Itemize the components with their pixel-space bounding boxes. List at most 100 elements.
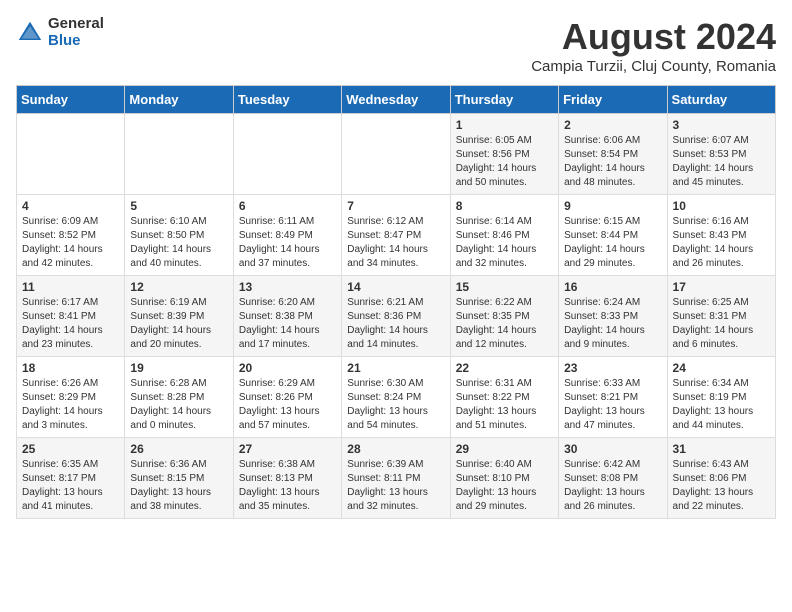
calendar-cell: 12Sunrise: 6:19 AM Sunset: 8:39 PM Dayli… — [125, 276, 233, 357]
day-number: 23 — [564, 361, 661, 375]
day-number: 16 — [564, 280, 661, 294]
day-number: 18 — [22, 361, 119, 375]
day-number: 5 — [130, 199, 227, 213]
cell-content: Sunrise: 6:38 AM Sunset: 8:13 PM Dayligh… — [239, 458, 336, 514]
cell-content: Sunrise: 6:21 AM Sunset: 8:36 PM Dayligh… — [347, 296, 444, 352]
calendar-cell: 23 Sunrise: 6:33 AM Sunset: 8:21 PM Dayli… — [559, 357, 667, 438]
weekday-header-tuesday: Tuesday — [233, 86, 341, 114]
cell-content: Sunrise: 6:26 AM Sunset: 8:29 PM Dayligh… — [22, 377, 119, 433]
calendar-cell: 9 Sunrise: 6:15 AM Sunset: 8:44 PM Daylig… — [559, 195, 667, 276]
day-number: 11 — [22, 280, 119, 294]
calendar-cell: 10Sunrise: 6:16 AM Sunset: 8:43 PM Dayli… — [667, 195, 775, 276]
title-block: August 2024 Campia Turzii, Cluj County, … — [531, 16, 776, 75]
weekday-header-friday: Friday — [559, 86, 667, 114]
calendar-cell: 30 Sunrise: 6:42 AM Sunset: 8:08 PM Dayli… — [559, 438, 667, 519]
day-number: 3 — [673, 118, 770, 132]
calendar-cell: 26Sunrise: 6:36 AM Sunset: 8:15 PM Dayli… — [125, 438, 233, 519]
day-number: 10 — [673, 199, 770, 213]
calendar-week-row: 11 Sunrise: 6:17 AM Sunset: 8:41 PM Dayli… — [17, 276, 776, 357]
calendar-cell: 2 Sunrise: 6:06 AM Sunset: 8:54 PM Daylig… — [559, 114, 667, 195]
page-header: General Blue August 2024 Campia Turzii, … — [16, 16, 776, 75]
cell-content: Sunrise: 6:22 AM Sunset: 8:35 PM Dayligh… — [456, 296, 553, 352]
cell-content: Sunrise: 6:11 AM Sunset: 8:49 PM Dayligh… — [239, 215, 336, 271]
day-number: 2 — [564, 118, 661, 132]
weekday-header-wednesday: Wednesday — [342, 86, 450, 114]
cell-content: Sunrise: 6:14 AM Sunset: 8:46 PM Dayligh… — [456, 215, 553, 271]
cell-content: Sunrise: 6:35 AM Sunset: 8:17 PM Dayligh… — [22, 458, 119, 514]
logo-general-label: General — [48, 16, 104, 33]
logo-icon — [16, 19, 44, 47]
day-number: 6 — [239, 199, 336, 213]
cell-content: Sunrise: 6:31 AM Sunset: 8:22 PM Dayligh… — [456, 377, 553, 433]
calendar-cell: 14 Sunrise: 6:21 AM Sunset: 8:36 PM Dayli… — [342, 276, 450, 357]
weekday-header-thursday: Thursday — [450, 86, 558, 114]
calendar-cell: 25 Sunrise: 6:35 AM Sunset: 8:17 PM Dayli… — [17, 438, 125, 519]
calendar-cell: 11 Sunrise: 6:17 AM Sunset: 8:41 PM Dayli… — [17, 276, 125, 357]
cell-content: Sunrise: 6:33 AM Sunset: 8:21 PM Dayligh… — [564, 377, 661, 433]
cell-content: Sunrise: 6:24 AM Sunset: 8:33 PM Dayligh… — [564, 296, 661, 352]
day-number: 24 — [673, 361, 770, 375]
calendar-cell — [342, 114, 450, 195]
cell-content: Sunrise: 6:39 AM Sunset: 8:11 PM Dayligh… — [347, 458, 444, 514]
cell-content: Sunrise: 6:28 AM Sunset: 8:28 PM Dayligh… — [130, 377, 227, 433]
calendar-cell: 1Sunrise: 6:05 AM Sunset: 8:56 PM Daylig… — [450, 114, 558, 195]
cell-content: Sunrise: 6:15 AM Sunset: 8:44 PM Dayligh… — [564, 215, 661, 271]
weekday-header-monday: Monday — [125, 86, 233, 114]
logo-blue-label: Blue — [48, 33, 104, 50]
day-number: 15 — [456, 280, 553, 294]
day-number: 13 — [239, 280, 336, 294]
calendar-cell: 28 Sunrise: 6:39 AM Sunset: 8:11 PM Dayli… — [342, 438, 450, 519]
day-number: 19 — [130, 361, 227, 375]
calendar-week-row: 18 Sunrise: 6:26 AM Sunset: 8:29 PM Dayli… — [17, 357, 776, 438]
cell-content: Sunrise: 6:12 AM Sunset: 8:47 PM Dayligh… — [347, 215, 444, 271]
day-number: 27 — [239, 442, 336, 456]
cell-content: Sunrise: 6:06 AM Sunset: 8:54 PM Dayligh… — [564, 134, 661, 190]
calendar-cell: 17Sunrise: 6:25 AM Sunset: 8:31 PM Dayli… — [667, 276, 775, 357]
day-number: 17 — [673, 280, 770, 294]
calendar-cell: 27 Sunrise: 6:38 AM Sunset: 8:13 PM Dayli… — [233, 438, 341, 519]
day-number: 25 — [22, 442, 119, 456]
cell-content: Sunrise: 6:43 AM Sunset: 8:06 PM Dayligh… — [673, 458, 770, 514]
calendar-cell: 3Sunrise: 6:07 AM Sunset: 8:53 PM Daylig… — [667, 114, 775, 195]
calendar-cell — [233, 114, 341, 195]
calendar-cell: 19 Sunrise: 6:28 AM Sunset: 8:28 PM Dayli… — [125, 357, 233, 438]
calendar-cell: 24 Sunrise: 6:34 AM Sunset: 8:19 PM Dayli… — [667, 357, 775, 438]
calendar-cell: 21Sunrise: 6:30 AM Sunset: 8:24 PM Dayli… — [342, 357, 450, 438]
day-number: 31 — [673, 442, 770, 456]
day-number: 29 — [456, 442, 553, 456]
day-number: 14 — [347, 280, 444, 294]
day-number: 7 — [347, 199, 444, 213]
weekday-header-saturday: Saturday — [667, 86, 775, 114]
cell-content: Sunrise: 6:17 AM Sunset: 8:41 PM Dayligh… — [22, 296, 119, 352]
day-number: 4 — [22, 199, 119, 213]
cell-content: Sunrise: 6:05 AM Sunset: 8:56 PM Dayligh… — [456, 134, 553, 190]
day-number: 12 — [130, 280, 227, 294]
calendar-cell: 15 Sunrise: 6:22 AM Sunset: 8:35 PM Dayli… — [450, 276, 558, 357]
calendar-cell: 18 Sunrise: 6:26 AM Sunset: 8:29 PM Dayli… — [17, 357, 125, 438]
cell-content: Sunrise: 6:29 AM Sunset: 8:26 PM Dayligh… — [239, 377, 336, 433]
calendar-cell: 29 Sunrise: 6:40 AM Sunset: 8:10 PM Dayli… — [450, 438, 558, 519]
weekday-header-sunday: Sunday — [17, 86, 125, 114]
calendar-week-row: 4Sunrise: 6:09 AM Sunset: 8:52 PM Daylig… — [17, 195, 776, 276]
cell-content: Sunrise: 6:30 AM Sunset: 8:24 PM Dayligh… — [347, 377, 444, 433]
day-number: 20 — [239, 361, 336, 375]
location-title: Campia Turzii, Cluj County, Romania — [531, 58, 776, 75]
calendar-header-row: SundayMondayTuesdayWednesdayThursdayFrid… — [17, 86, 776, 114]
calendar-cell: 8 Sunrise: 6:14 AM Sunset: 8:46 PM Daylig… — [450, 195, 558, 276]
day-number: 9 — [564, 199, 661, 213]
cell-content: Sunrise: 6:34 AM Sunset: 8:19 PM Dayligh… — [673, 377, 770, 433]
calendar-table: SundayMondayTuesdayWednesdayThursdayFrid… — [16, 85, 776, 519]
calendar-cell — [125, 114, 233, 195]
calendar-cell — [17, 114, 125, 195]
day-number: 30 — [564, 442, 661, 456]
logo: General Blue — [16, 16, 104, 49]
cell-content: Sunrise: 6:10 AM Sunset: 8:50 PM Dayligh… — [130, 215, 227, 271]
day-number: 28 — [347, 442, 444, 456]
cell-content: Sunrise: 6:20 AM Sunset: 8:38 PM Dayligh… — [239, 296, 336, 352]
calendar-week-row: 25 Sunrise: 6:35 AM Sunset: 8:17 PM Dayli… — [17, 438, 776, 519]
cell-content: Sunrise: 6:40 AM Sunset: 8:10 PM Dayligh… — [456, 458, 553, 514]
logo-text: General Blue — [48, 16, 104, 49]
day-number: 8 — [456, 199, 553, 213]
cell-content: Sunrise: 6:42 AM Sunset: 8:08 PM Dayligh… — [564, 458, 661, 514]
cell-content: Sunrise: 6:36 AM Sunset: 8:15 PM Dayligh… — [130, 458, 227, 514]
